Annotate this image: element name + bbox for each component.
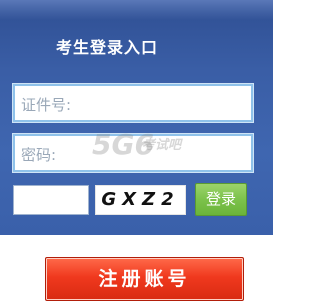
panel-shine [0, 0, 273, 20]
watermark-text: 考试吧 [142, 138, 182, 153]
captcha-image[interactable]: GXZ2 [95, 185, 186, 215]
captcha-input[interactable] [13, 185, 89, 215]
id-number-placeholder: 证件号: [21, 96, 72, 114]
register-account-button[interactable]: 注册账号 [45, 257, 244, 301]
captcha-code: GXZ2 [101, 189, 180, 210]
login-title: 考生登录入口 [56, 38, 159, 57]
password-placeholder: 密码: [21, 146, 57, 164]
login-button[interactable]: 登录 [195, 183, 247, 216]
login-panel: 考生登录入口 证件号: 密码: 5G6 考试吧 GXZ2 登录 [0, 0, 273, 235]
id-number-input[interactable]: 证件号: [12, 83, 254, 123]
